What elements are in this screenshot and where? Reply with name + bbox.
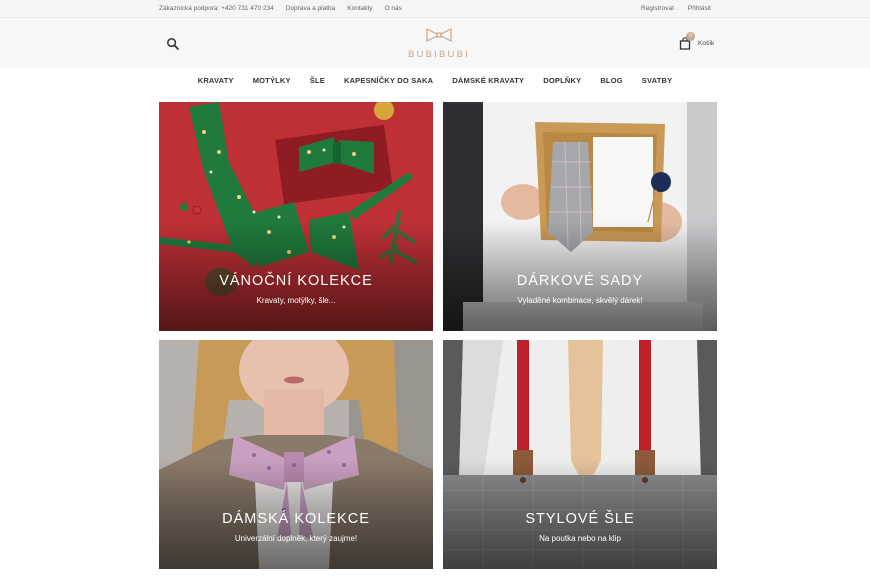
category-tile-suspenders[interactable]: STYLOVÉ ŠLE Na poutka nebo na klip [443, 340, 717, 569]
bow-tie-logo-icon [426, 28, 452, 42]
top-bar-left: Zákaznická podpora: +420 731 470 234 Dop… [159, 5, 402, 12]
cart-button[interactable]: 0 Košík [679, 32, 715, 50]
login-link[interactable]: Přihlásit [688, 5, 711, 12]
top-bar-right: Registrovat Přihlásit [641, 5, 711, 12]
search-icon [167, 38, 179, 50]
nav-item-damske-kravaty[interactable]: DÁMSKÉ KRAVATY [443, 68, 534, 92]
nav-item-svatby[interactable]: SVATBY [632, 68, 682, 92]
register-link[interactable]: Registrovat [641, 5, 674, 12]
link-shipping[interactable]: Doprava a platba [286, 5, 336, 12]
nav-item-blog[interactable]: BLOG [591, 68, 632, 92]
tile-subtitle: Kravaty, motýlky, šle... [256, 296, 336, 305]
link-contacts[interactable]: Kontakty [347, 5, 372, 12]
link-about[interactable]: O nás [385, 5, 402, 12]
tile-title: DÁMSKÁ KOLEKCE [222, 511, 370, 527]
search-button[interactable] [166, 37, 180, 51]
category-tile-womens[interactable]: DÁMSKÁ KOLEKCE Univerzální doplněk, kter… [159, 340, 433, 569]
cart-label: Košík [698, 39, 715, 47]
cart-count-badge: 0 [686, 32, 695, 41]
site-logo[interactable]: BUBIBUBI [404, 27, 474, 60]
logo-text: BUBIBUBI [408, 49, 470, 60]
nav-item-motylky[interactable]: MOTÝLKY [243, 68, 300, 92]
tile-title: VÁNOČNÍ KOLEKCE [219, 273, 373, 289]
top-bar: Zákaznická podpora: +420 731 470 234 Dop… [0, 0, 870, 18]
category-tile-gift-sets[interactable]: DÁRKOVÉ SADY Vyladěné kombinace, skvělý … [443, 102, 717, 331]
nav-item-doplnky[interactable]: DOPLŇKY [534, 68, 591, 92]
nav-item-kravaty[interactable]: KRAVATY [188, 68, 243, 92]
tile-subtitle: Vyladěné kombinace, skvělý dárek! [517, 296, 643, 305]
main-nav: KRAVATY MOTÝLKY ŠLE KAPESNÍČKY DO SAKA D… [0, 68, 870, 92]
tile-title: DÁRKOVÉ SADY [516, 273, 644, 289]
nav-item-kapesnicky[interactable]: KAPESNÍČKY DO SAKA [334, 68, 442, 92]
site-header: BUBIBUBI 0 Košík [0, 18, 870, 68]
tile-subtitle: Na poutka nebo na klip [539, 534, 621, 543]
category-tile-christmas[interactable]: VÁNOČNÍ KOLEKCE Kravaty, motýlky, šle... [159, 102, 433, 331]
tile-subtitle: Univerzální doplněk, který zaujme! [234, 534, 358, 543]
tile-title: STYLOVÉ ŠLE [525, 511, 635, 527]
cart-icon-wrap: 0 [679, 32, 695, 50]
nav-item-sle[interactable]: ŠLE [300, 68, 334, 92]
support-phone: Zákaznická podpora: +420 731 470 234 [159, 5, 274, 12]
